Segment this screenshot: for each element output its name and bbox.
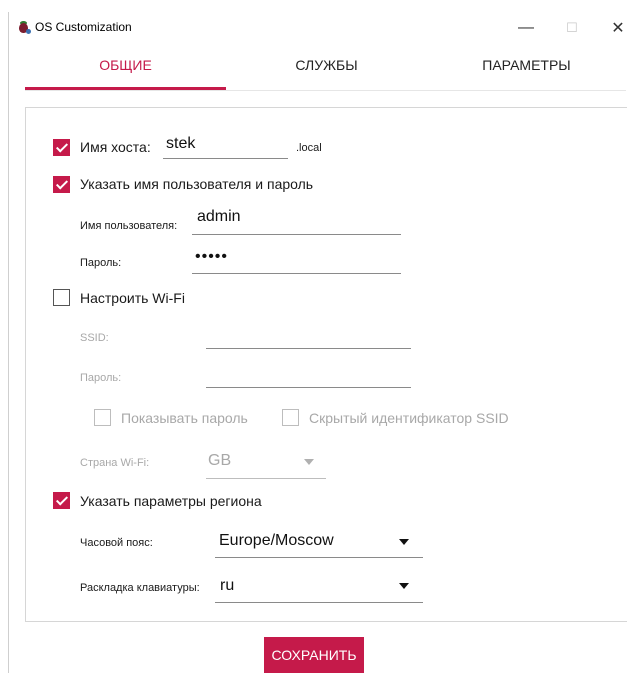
- username-input[interactable]: admin: [197, 208, 241, 226]
- wifi-country-dropdown-icon[interactable]: [304, 459, 314, 465]
- timezone-select[interactable]: Europe/Moscow: [219, 532, 334, 550]
- set-locale-checkbox[interactable]: [53, 492, 70, 509]
- tab-general[interactable]: ОБЩИЕ: [25, 40, 226, 90]
- tab-services[interactable]: СЛУЖБЫ: [226, 40, 427, 90]
- timezone-underline: [215, 557, 423, 558]
- keyboard-layout-underline: [215, 602, 423, 603]
- password-label: Пароль:: [80, 257, 122, 269]
- tab-bar: ОБЩИЕ СЛУЖБЫ ПАРАМЕТРЫ: [25, 40, 626, 91]
- active-tab-indicator: [25, 87, 226, 90]
- hostname-input[interactable]: stek: [166, 135, 195, 153]
- configure-wifi-label: Настроить Wi-Fi: [80, 290, 185, 306]
- raspberry-pi-imager-icon: [17, 21, 31, 34]
- keyboard-layout-dropdown-icon[interactable]: [399, 583, 409, 589]
- hostname-checkbox[interactable]: [53, 139, 70, 156]
- tab-options[interactable]: ПАРАМЕТРЫ: [427, 40, 626, 90]
- set-locale-label: Указать параметры региона: [80, 493, 262, 509]
- wifi-country-select[interactable]: GB: [208, 452, 231, 470]
- wifi-country-underline: [206, 478, 326, 479]
- username-label: Имя пользователя:: [80, 220, 178, 232]
- ssid-label: SSID:: [80, 332, 109, 344]
- hidden-ssid-label: Скрытый идентификатор SSID: [309, 410, 509, 426]
- timezone-dropdown-icon[interactable]: [399, 539, 409, 545]
- timezone-label: Часовой пояс:: [80, 537, 153, 549]
- hostname-label: Имя хоста:: [80, 139, 151, 155]
- hostname-suffix: .local: [296, 142, 322, 154]
- wifi-country-label: Страна Wi-Fi:: [80, 457, 150, 469]
- hostname-input-underline: [163, 158, 288, 159]
- general-settings-panel: Имя хоста: stek .local Указать имя польз…: [25, 107, 627, 622]
- keyboard-layout-label: Раскладка клавиатуры:: [80, 582, 200, 594]
- wifi-password-input-underline: [206, 387, 411, 388]
- show-password-checkbox[interactable]: [94, 409, 111, 426]
- password-input-underline: [192, 273, 401, 274]
- save-button[interactable]: СОХРАНИТЬ: [264, 637, 364, 673]
- keyboard-layout-select[interactable]: ru: [220, 577, 234, 595]
- username-input-underline: [192, 234, 401, 235]
- show-password-label: Показывать пароль: [121, 410, 248, 426]
- window-title: OS Customization: [35, 20, 132, 34]
- wifi-password-label: Пароль:: [80, 372, 122, 384]
- configure-wifi-checkbox[interactable]: [53, 289, 70, 306]
- set-user-checkbox[interactable]: [53, 176, 70, 193]
- set-user-label: Указать имя пользователя и пароль: [80, 176, 314, 192]
- ssid-input-underline: [206, 348, 411, 349]
- hidden-ssid-checkbox[interactable]: [282, 409, 299, 426]
- password-input[interactable]: •••••: [195, 248, 228, 266]
